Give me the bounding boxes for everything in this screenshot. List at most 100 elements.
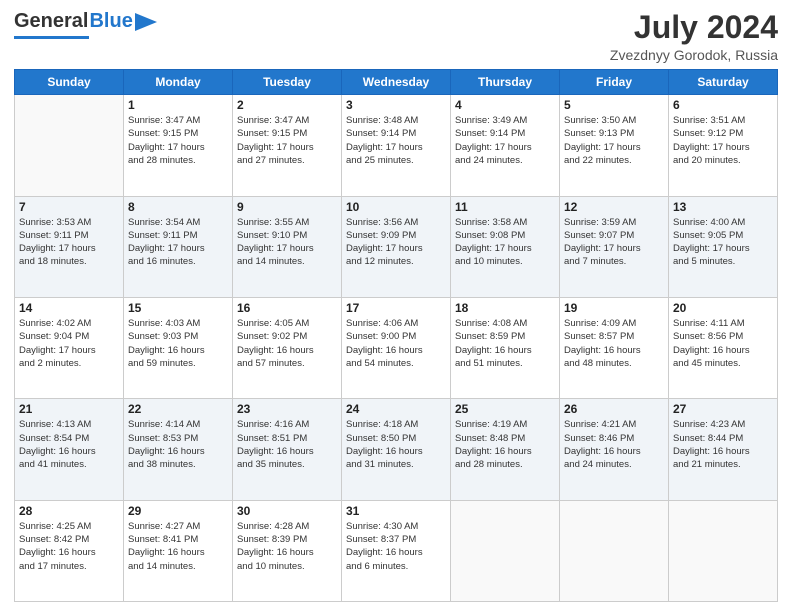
logo-underline [14,36,89,39]
day-info: Sunrise: 3:50 AM Sunset: 9:13 PM Dayligh… [564,114,664,167]
day-info: Sunrise: 3:47 AM Sunset: 9:15 PM Dayligh… [237,114,337,167]
col-friday: Friday [560,70,669,95]
day-number: 22 [128,402,228,416]
day-number: 21 [19,402,119,416]
col-thursday: Thursday [451,70,560,95]
day-number: 23 [237,402,337,416]
calendar-location: Zvezdnyy Gorodok, Russia [610,47,778,63]
calendar-cell-w2-d4: 10Sunrise: 3:56 AM Sunset: 9:09 PM Dayli… [342,196,451,297]
page: General Blue July 2024 Zvezdnyy Gorodok,… [0,0,792,612]
logo-general: General [14,10,88,33]
day-number: 20 [673,301,773,315]
day-info: Sunrise: 4:27 AM Sunset: 8:41 PM Dayligh… [128,520,228,573]
day-info: Sunrise: 4:05 AM Sunset: 9:02 PM Dayligh… [237,317,337,370]
logo: General Blue [14,10,157,39]
day-info: Sunrise: 4:00 AM Sunset: 9:05 PM Dayligh… [673,216,773,269]
calendar-cell-w3-d4: 17Sunrise: 4:06 AM Sunset: 9:00 PM Dayli… [342,297,451,398]
day-number: 18 [455,301,555,315]
header: General Blue July 2024 Zvezdnyy Gorodok,… [14,10,778,63]
calendar-cell-w5-d3: 30 Sunrise: 4:28 AM Sunset: 8:39 PM Dayli… [233,500,342,601]
day-info: Sunrise: 3:58 AM Sunset: 9:08 PM Dayligh… [455,216,555,269]
day-info: Sunrise: 3:59 AM Sunset: 9:07 PM Dayligh… [564,216,664,269]
col-saturday: Saturday [669,70,778,95]
calendar-cell-w4-d4: 24 Sunrise: 4:18 AM Sunset: 8:50 PM Dayli… [342,399,451,500]
col-tuesday: Tuesday [233,70,342,95]
day-number: 1 [128,98,228,112]
day-number: 3 [346,98,446,112]
col-sunday: Sunday [15,70,124,95]
calendar-cell-w4-d1: 21 Sunrise: 4:13 AM Sunset: 8:54 PM Dayli… [15,399,124,500]
col-wednesday: Wednesday [342,70,451,95]
day-info: Sunrise: 3:51 AM Sunset: 9:12 PM Dayligh… [673,114,773,167]
calendar-title: July 2024 [610,10,778,45]
day-number: 19 [564,301,664,315]
calendar-cell-w3-d2: 15 Sunrise: 4:03 AM Sunset: 9:03 PM Dayli… [124,297,233,398]
calendar-cell-w3-d1: 14 Sunrise: 4:02 AM Sunset: 9:04 PM Dayli… [15,297,124,398]
day-info: Sunrise: 4:11 AM Sunset: 8:56 PM Dayligh… [673,317,773,370]
day-info: Sunrise: 4:02 AM Sunset: 9:04 PM Dayligh… [19,317,119,370]
calendar-cell-w2-d3: 9Sunrise: 3:55 AM Sunset: 9:10 PM Daylig… [233,196,342,297]
day-info: Sunrise: 4:13 AM Sunset: 8:54 PM Dayligh… [19,418,119,471]
day-number: 28 [19,504,119,518]
day-number: 8 [128,200,228,214]
calendar-cell-w3-d7: 20 Sunrise: 4:11 AM Sunset: 8:56 PM Dayli… [669,297,778,398]
day-number: 14 [19,301,119,315]
day-number: 2 [237,98,337,112]
day-number: 30 [237,504,337,518]
calendar-cell-w1-d4: 3Sunrise: 3:48 AM Sunset: 9:14 PM Daylig… [342,95,451,196]
day-info: Sunrise: 4:30 AM Sunset: 8:37 PM Dayligh… [346,520,446,573]
calendar-cell-w1-d2: 1Sunrise: 3:47 AM Sunset: 9:15 PM Daylig… [124,95,233,196]
calendar-header-row: Sunday Monday Tuesday Wednesday Thursday… [15,70,778,95]
calendar-week-4: 21 Sunrise: 4:13 AM Sunset: 8:54 PM Dayli… [15,399,778,500]
calendar-cell-w1-d3: 2 Sunrise: 3:47 AM Sunset: 9:15 PM Daylig… [233,95,342,196]
day-info: Sunrise: 4:21 AM Sunset: 8:46 PM Dayligh… [564,418,664,471]
day-number: 4 [455,98,555,112]
logo-blue: Blue [89,10,132,33]
calendar-week-3: 14 Sunrise: 4:02 AM Sunset: 9:04 PM Dayli… [15,297,778,398]
calendar-cell-w3-d3: 16 Sunrise: 4:05 AM Sunset: 9:02 PM Dayli… [233,297,342,398]
calendar-cell-w3-d5: 18Sunrise: 4:08 AM Sunset: 8:59 PM Dayli… [451,297,560,398]
calendar-cell-w4-d5: 25Sunrise: 4:19 AM Sunset: 8:48 PM Dayli… [451,399,560,500]
day-info: Sunrise: 4:28 AM Sunset: 8:39 PM Dayligh… [237,520,337,573]
day-info: Sunrise: 4:09 AM Sunset: 8:57 PM Dayligh… [564,317,664,370]
calendar-cell-w5-d6 [560,500,669,601]
day-number: 13 [673,200,773,214]
day-info: Sunrise: 3:55 AM Sunset: 9:10 PM Dayligh… [237,216,337,269]
calendar-cell-w5-d5 [451,500,560,601]
day-info: Sunrise: 4:14 AM Sunset: 8:53 PM Dayligh… [128,418,228,471]
day-info: Sunrise: 3:56 AM Sunset: 9:09 PM Dayligh… [346,216,446,269]
calendar-cell-w2-d7: 13 Sunrise: 4:00 AM Sunset: 9:05 PM Dayli… [669,196,778,297]
calendar-cell-w1-d7: 6 Sunrise: 3:51 AM Sunset: 9:12 PM Daylig… [669,95,778,196]
calendar-cell-w1-d5: 4 Sunrise: 3:49 AM Sunset: 9:14 PM Daylig… [451,95,560,196]
calendar-week-2: 7Sunrise: 3:53 AM Sunset: 9:11 PM Daylig… [15,196,778,297]
day-number: 26 [564,402,664,416]
calendar-cell-w5-d4: 31Sunrise: 4:30 AM Sunset: 8:37 PM Dayli… [342,500,451,601]
calendar-cell-w2-d1: 7Sunrise: 3:53 AM Sunset: 9:11 PM Daylig… [15,196,124,297]
day-info: Sunrise: 4:23 AM Sunset: 8:44 PM Dayligh… [673,418,773,471]
day-info: Sunrise: 4:03 AM Sunset: 9:03 PM Dayligh… [128,317,228,370]
day-number: 16 [237,301,337,315]
day-info: Sunrise: 3:49 AM Sunset: 9:14 PM Dayligh… [455,114,555,167]
calendar-cell-w5-d2: 29 Sunrise: 4:27 AM Sunset: 8:41 PM Dayli… [124,500,233,601]
day-number: 27 [673,402,773,416]
calendar-cell-w2-d6: 12 Sunrise: 3:59 AM Sunset: 9:07 PM Dayli… [560,196,669,297]
day-number: 25 [455,402,555,416]
calendar-table: Sunday Monday Tuesday Wednesday Thursday… [14,69,778,602]
calendar-cell-w2-d2: 8 Sunrise: 3:54 AM Sunset: 9:11 PM Daylig… [124,196,233,297]
calendar-week-5: 28 Sunrise: 4:25 AM Sunset: 8:42 PM Dayli… [15,500,778,601]
day-info: Sunrise: 3:54 AM Sunset: 9:11 PM Dayligh… [128,216,228,269]
day-number: 7 [19,200,119,214]
day-info: Sunrise: 4:25 AM Sunset: 8:42 PM Dayligh… [19,520,119,573]
calendar-cell-w4-d2: 22 Sunrise: 4:14 AM Sunset: 8:53 PM Dayli… [124,399,233,500]
day-number: 6 [673,98,773,112]
day-number: 17 [346,301,446,315]
day-number: 29 [128,504,228,518]
col-monday: Monday [124,70,233,95]
day-number: 15 [128,301,228,315]
day-number: 12 [564,200,664,214]
day-info: Sunrise: 4:18 AM Sunset: 8:50 PM Dayligh… [346,418,446,471]
calendar-cell-w3-d6: 19 Sunrise: 4:09 AM Sunset: 8:57 PM Dayli… [560,297,669,398]
calendar-cell-w4-d6: 26 Sunrise: 4:21 AM Sunset: 8:46 PM Dayli… [560,399,669,500]
day-number: 24 [346,402,446,416]
day-number: 11 [455,200,555,214]
